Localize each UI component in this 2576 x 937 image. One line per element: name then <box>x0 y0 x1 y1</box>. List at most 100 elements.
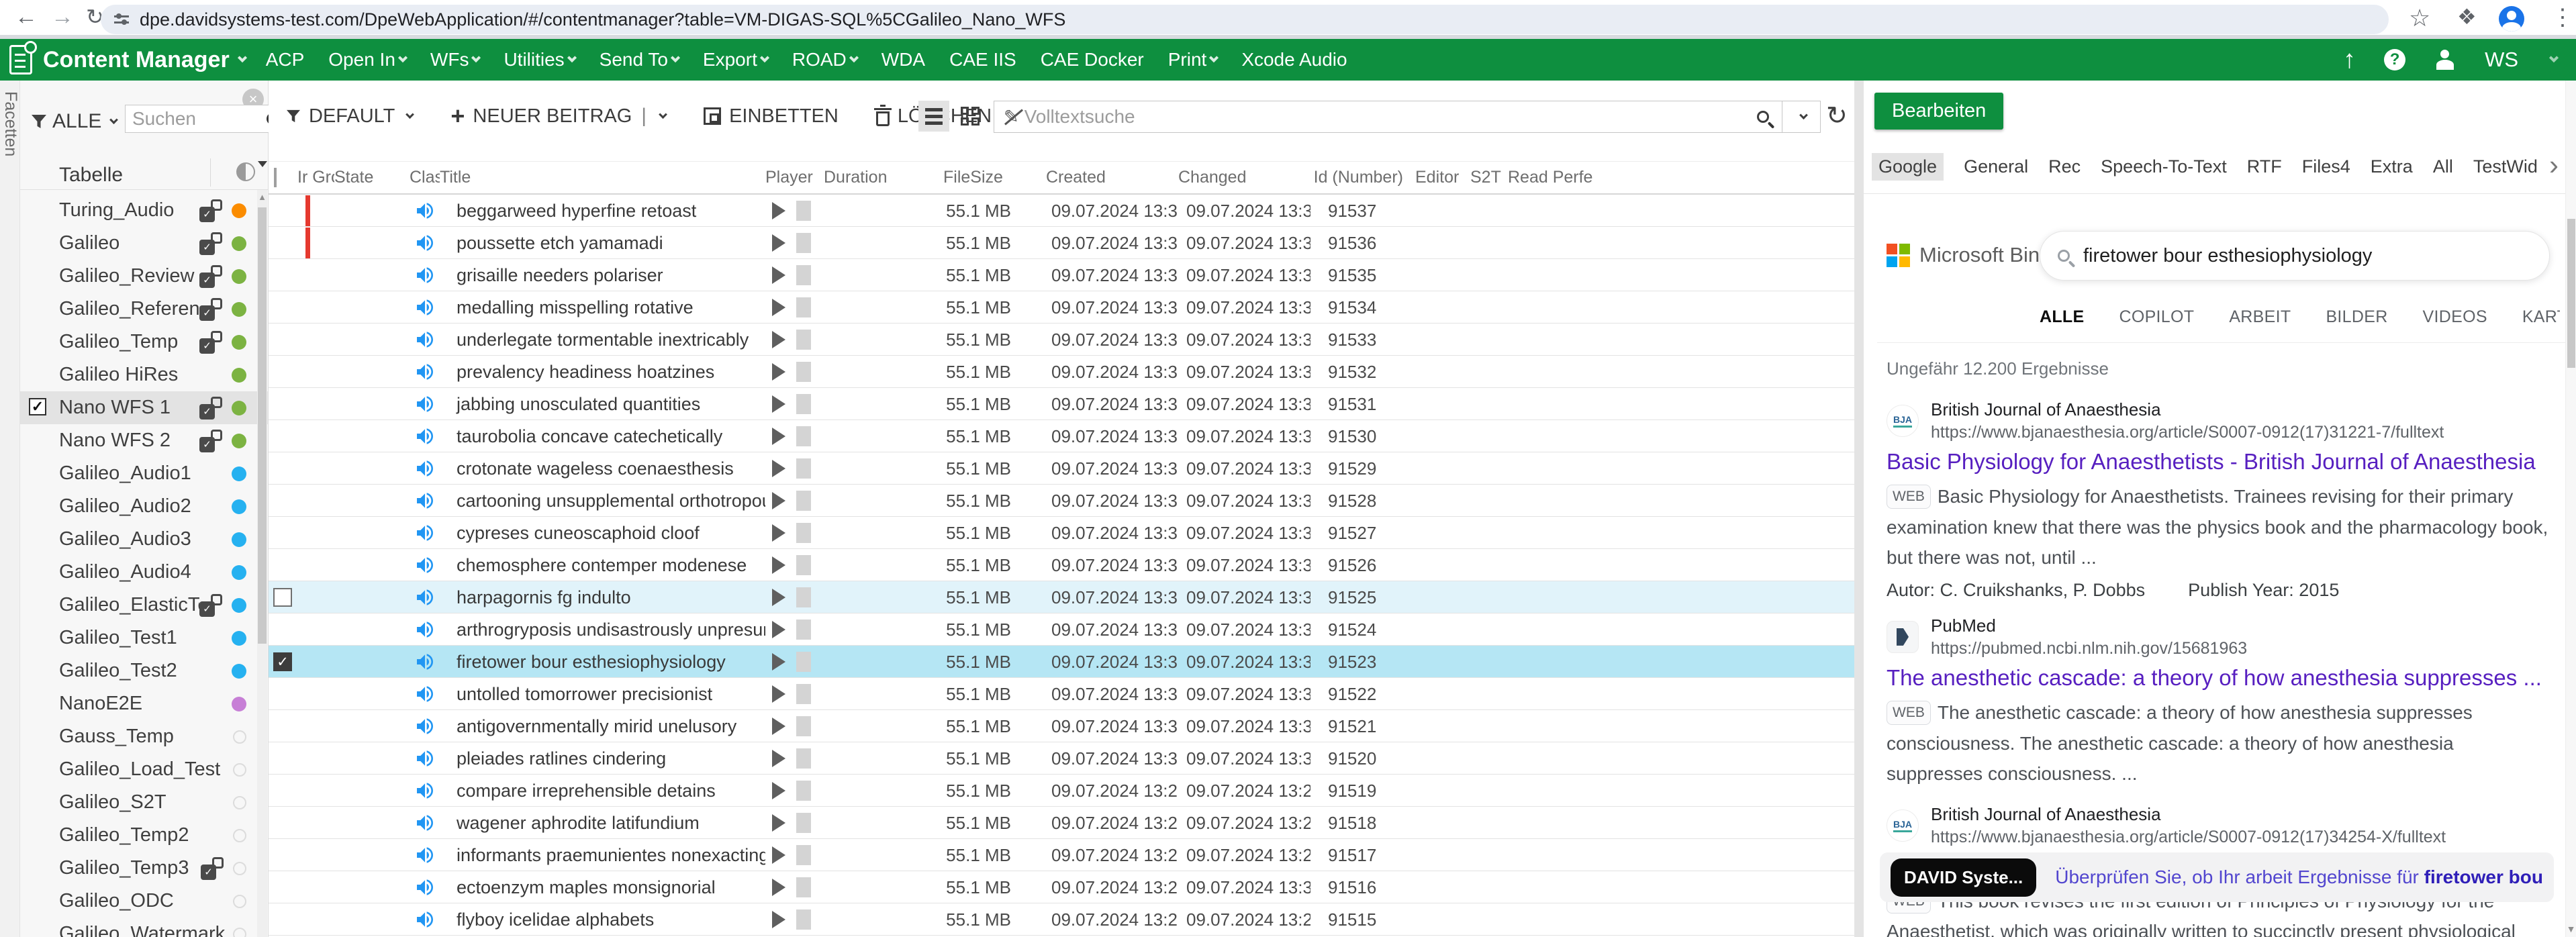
play-icon[interactable] <box>772 363 785 381</box>
browser-menu-icon[interactable]: ⋮ <box>2551 4 2574 31</box>
banner-message[interactable]: Überprüfen Sie, ob Ihr arbeit Ergebnisse… <box>2055 867 2543 888</box>
new-entry-button[interactable]: + NEUER BEITRAG | <box>450 105 666 128</box>
facet-item-galileo-elastictest1[interactable]: Galileo_ElasticTest1✓ <box>20 589 268 622</box>
facet-item-galileo-temp3[interactable]: Galileo_Temp3✓ <box>20 852 268 885</box>
facet-search-input[interactable] <box>132 108 267 130</box>
play-icon[interactable] <box>772 524 785 542</box>
triangle-down-icon[interactable] <box>258 161 267 167</box>
facet-item-gauss-temp[interactable]: Gauss_Temp <box>20 720 268 753</box>
result-title-link[interactable]: Basic Physiology for Anaesthetists - Bri… <box>1887 449 2553 475</box>
stop-icon[interactable] <box>796 362 811 382</box>
facet-item-galileo-audio4[interactable]: Galileo_Audio4 <box>20 556 268 589</box>
tab-rec[interactable]: Rec <box>2048 156 2081 177</box>
address-bar[interactable]: dpe.davidsystems-test.com/DpeWebApplicat… <box>101 5 2389 34</box>
default-filter-button[interactable]: DEFAULT <box>286 105 413 128</box>
column-header-title[interactable]: Title <box>440 168 765 187</box>
list-view-toggle[interactable] <box>918 101 949 132</box>
site-settings-icon[interactable] <box>114 14 129 25</box>
facet-filter-button[interactable]: ALLE <box>31 110 117 133</box>
table-row[interactable]: flyboy icelidae alphabets55.1 MB09.07.20… <box>269 903 1854 936</box>
stop-icon[interactable] <box>796 491 811 511</box>
facet-item-galileo-audio1[interactable]: Galileo_Audio1 <box>20 457 268 490</box>
facet-item-galileo-test1[interactable]: Galileo_Test1 <box>20 622 268 654</box>
column-header-id[interactable]: Id (Number) <box>1310 168 1409 187</box>
fulltext-search-input[interactable] <box>1024 106 1744 128</box>
play-icon[interactable] <box>772 266 785 284</box>
fulltext-search[interactable]: ✎ <box>994 101 1821 133</box>
play-icon[interactable] <box>772 846 785 864</box>
stop-icon[interactable] <box>796 620 811 640</box>
tab-extra[interactable]: Extra <box>2371 156 2413 177</box>
facet-item-galileo-hires[interactable]: Galileo HiRes <box>20 358 268 391</box>
browser-back-icon[interactable]: ← <box>15 4 38 30</box>
tab-files4[interactable]: Files4 <box>2302 156 2350 177</box>
table-row[interactable]: wagener aphrodite latifundium55.1 MB09.0… <box>269 807 1854 839</box>
table-row[interactable]: jabbing unosculated quantities55.1 MB09.… <box>269 388 1854 420</box>
play-icon[interactable] <box>772 395 785 413</box>
scrollbar-thumb[interactable] <box>2567 219 2575 368</box>
tab-general[interactable]: General <box>1964 156 2028 177</box>
facet-item-galileo-review[interactable]: Galileo_Review✓ <box>20 260 268 293</box>
play-icon[interactable] <box>772 331 785 348</box>
refresh-icon[interactable]: ↻ <box>1826 101 1848 131</box>
bing-tab-alle[interactable]: ALLE <box>2040 307 2084 327</box>
stop-icon[interactable] <box>796 265 811 285</box>
checkbox-unchecked-icon[interactable] <box>273 588 292 607</box>
column-header-filesize[interactable]: FileSize <box>943 168 1046 187</box>
contrast-icon[interactable] <box>236 162 255 181</box>
search-icon[interactable] <box>2058 250 2070 262</box>
stop-icon[interactable] <box>796 845 811 865</box>
panel-divider[interactable] <box>1854 81 1864 937</box>
bing-tab-karten[interactable]: KARTEN <box>2522 307 2560 327</box>
menu-item-open-in[interactable]: Open In <box>328 49 406 70</box>
chevron-down-icon[interactable] <box>2549 53 2559 62</box>
tab-all[interactable]: All <box>2433 156 2453 177</box>
menu-item-cae-docker[interactable]: CAE Docker <box>1041 49 1144 70</box>
scroll-down-icon[interactable]: ▼ <box>2566 924 2576 934</box>
extensions-icon[interactable]: ❖ <box>2457 4 2477 30</box>
play-icon[interactable] <box>772 202 785 219</box>
bing-tab-videos[interactable]: VIDEOS <box>2423 307 2487 327</box>
bing-tab-copilot[interactable]: COPILOT <box>2119 307 2194 327</box>
sidebar-scrollbar[interactable]: ▲ <box>257 190 267 937</box>
stop-icon[interactable] <box>796 555 811 575</box>
play-icon[interactable] <box>772 750 785 767</box>
menu-item-utilities[interactable]: Utilities <box>504 49 575 70</box>
play-icon[interactable] <box>772 685 785 703</box>
facet-item-galileo-reference[interactable]: Galileo_Reference✓ <box>20 293 268 326</box>
bing-tab-bilder[interactable]: BILDER <box>2326 307 2387 327</box>
facet-search[interactable] <box>125 105 286 133</box>
menu-item-print[interactable]: Print <box>1168 49 1218 70</box>
play-icon[interactable] <box>772 460 785 477</box>
user-icon[interactable] <box>2434 50 2456 70</box>
stop-icon[interactable] <box>796 394 811 414</box>
table-row[interactable]: chemosphere contemper modenese55.1 MB09.… <box>269 549 1854 581</box>
bing-promo-banner[interactable]: DAVID Syste... Überprüfen Sie, ob Ihr ar… <box>1880 852 2554 902</box>
edit-button[interactable]: Bearbeiten <box>1874 93 2003 130</box>
table-row[interactable]: poussette etch yamamadi55.1 MB09.07.2024… <box>269 227 1854 259</box>
play-icon[interactable] <box>772 556 785 574</box>
facet-item-turing-audio[interactable]: Turing_Audio✓ <box>20 194 268 227</box>
play-icon[interactable] <box>772 492 785 509</box>
facet-item-galileo-odc[interactable]: Galileo_ODC <box>20 885 268 918</box>
facet-item-galileo-s2t[interactable]: Galileo_S2T <box>20 786 268 819</box>
stop-icon[interactable] <box>796 652 811 672</box>
facet-item-nano-wfs-1[interactable]: ✓Nano WFS 1✓ <box>20 391 268 424</box>
table-row[interactable]: prevalency headiness hoatzines55.1 MB09.… <box>269 356 1854 388</box>
facet-item-galileo-watermark[interactable]: Galileo_Watermark <box>20 918 268 937</box>
table-row[interactable]: pleiades ratlines cindering55.1 MB09.07.… <box>269 742 1854 775</box>
tab-speech-to-text[interactable]: Speech-To-Text <box>2101 156 2227 177</box>
play-icon[interactable] <box>772 653 785 671</box>
stop-icon[interactable] <box>796 877 811 897</box>
table-row[interactable]: compare irreprehensible detains55.1 MB09… <box>269 775 1854 807</box>
tab-testwidgets[interactable]: TestWidgets <box>2473 156 2538 177</box>
facet-item-galileo[interactable]: Galileo✓ <box>20 227 268 260</box>
facet-item-nano-wfs-2[interactable]: Nano WFS 2✓ <box>20 424 268 457</box>
stop-icon[interactable] <box>796 330 811 350</box>
menu-item-export[interactable]: Export <box>703 49 768 70</box>
play-icon[interactable] <box>772 621 785 638</box>
facet-item-galileo-audio3[interactable]: Galileo_Audio3 <box>20 523 268 556</box>
table-row[interactable]: crotonate wageless coenaesthesis55.1 MB0… <box>269 452 1854 485</box>
play-icon[interactable] <box>772 718 785 735</box>
stop-icon[interactable] <box>796 909 811 930</box>
